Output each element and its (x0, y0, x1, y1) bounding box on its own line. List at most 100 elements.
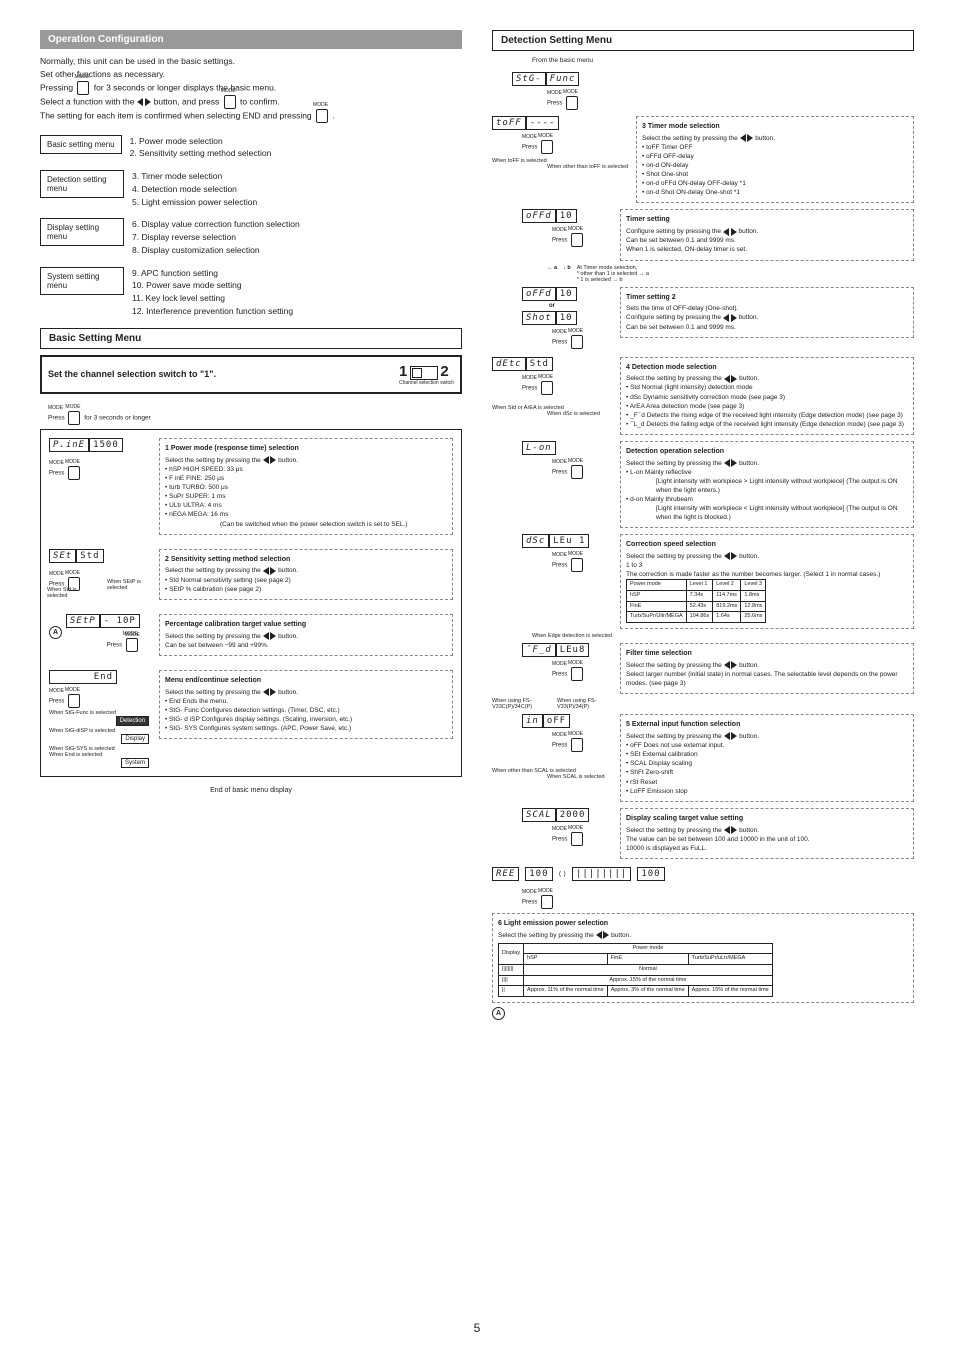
intro-l3a: Pressing (40, 82, 75, 92)
seg-stg: StG- (512, 72, 546, 86)
b4-std: Std Normal (light intensity) detection m… (630, 384, 752, 391)
when-v33: When using FS-V33(P)/34(P) (557, 698, 612, 710)
filter-body: Select the setting by pressing the butto… (626, 661, 908, 688)
mode-icon (126, 638, 138, 652)
arrow-right-icon (731, 375, 737, 383)
press-lbl: MODEPress (552, 227, 612, 247)
press-lbl: MODEPress (552, 661, 612, 681)
press-lbl: MODEPress (522, 889, 914, 909)
arrow-right-icon (747, 134, 753, 142)
box-end: Menu end/continue selection Select the s… (159, 670, 453, 739)
arrow-right-icon (270, 632, 276, 640)
seg-std: Std (526, 357, 553, 371)
or-label: or (492, 303, 612, 309)
big-1: 1 (399, 363, 407, 380)
arrow-right-icon (731, 314, 737, 322)
b1-turbo: turb TURBO: 500 μs (169, 484, 228, 491)
b3-offd: oFFd OFF-delay (646, 153, 694, 160)
seg-scal: SCAL (522, 808, 556, 822)
mode-icon (541, 140, 553, 154)
when-std: When Std is selected (47, 587, 87, 599)
b1-super: SuPr SUPER: 1 ms (169, 493, 225, 500)
arrow-right-icon (731, 459, 737, 467)
arrow-left-icon (596, 931, 602, 939)
disp-item-8: 8. Display customization selection (132, 244, 300, 257)
b5-shft: ShFt Zero-shift (630, 769, 673, 776)
b4-dsc: dSc Dynamic sensitivity correction mode … (630, 394, 785, 401)
box5-title: 5 External input function selection (626, 720, 908, 730)
seg-offd: oFFd (522, 209, 556, 223)
seg-1500: 1500 (89, 438, 123, 452)
corr-title: Correction speed selection (626, 540, 908, 550)
mode-icon (316, 109, 328, 123)
b1-mega: nEGA MEGA: 16 ms (169, 511, 228, 518)
big-2: 2 (440, 363, 448, 380)
when-setp: When SEtP is selected (107, 579, 149, 591)
mode-icon (571, 832, 583, 846)
seg-dashes: ---- (526, 116, 560, 130)
intro-l4: Select a function with the button, and p… (40, 95, 462, 109)
mode-icon (224, 95, 236, 109)
ch-sel-label: Channel selection switch (399, 380, 454, 386)
box-timer2: Timer setting 2 Sets the time of OFF-del… (620, 287, 914, 338)
at-timer-text: At Timer mode selection, * other than 1 … (577, 265, 649, 283)
seg-in: in (522, 714, 543, 728)
mode-icon (571, 335, 583, 349)
intro-l5: The setting for each item is confirmed w… (40, 109, 462, 123)
b3-ondoffd: on-d oFFd ON-delay OFF-delay *1 (646, 180, 746, 187)
b5-off: oFF Does not use external input. (630, 742, 724, 749)
b3-ond: on-d ON-delay (646, 162, 688, 169)
intro-l4c: to confirm. (238, 96, 280, 106)
arrow-left-icon (263, 567, 269, 575)
box-timer: Timer setting Configure setting by press… (620, 209, 914, 260)
det-item-3: 3. Timer mode selection (132, 170, 257, 183)
arrow-left-icon (723, 314, 729, 322)
arrow-left-icon (137, 98, 143, 106)
press-lbl: MODEPress (49, 460, 149, 480)
intro-l3: Pressing for 3 seconds or longer display… (40, 81, 462, 95)
arrow-right-icon (731, 228, 737, 236)
mode-icon (68, 694, 80, 708)
box-sel: Select the setting by pressing the butto… (165, 456, 447, 465)
box3-title: 3 Timer mode selection (642, 122, 908, 132)
disp-scal-body: Select the setting by pressing the butto… (626, 826, 908, 853)
seg-setp: SEtP (66, 614, 100, 628)
pct-title: Percentage calibration target value sett… (165, 620, 447, 630)
arrow-right-icon (731, 732, 737, 740)
seg-fd: ¯F_d (522, 643, 556, 657)
sys-item-10: 10. Power save mode setting (132, 279, 293, 292)
dsm-header: Detection Setting Menu (492, 30, 914, 51)
do-lon: [Light intensity with workpiece > Light … (626, 477, 908, 495)
press-lbl: MODEPress (547, 90, 914, 110)
box-dispscal: Display scaling target value setting Sel… (620, 808, 914, 859)
mode-icon (68, 466, 80, 480)
mode-icon (571, 233, 583, 247)
me-end: End Ends the menu. (169, 698, 228, 705)
press-lbl: MODEPress (49, 688, 149, 708)
det-item-4: 4. Detection mode selection (132, 183, 257, 196)
arrow-left-icon (724, 552, 730, 560)
press-lbl: MODEPress (552, 329, 612, 349)
mode-icon (571, 558, 583, 572)
box-sel: Select the setting by pressing the butto… (642, 134, 908, 143)
basic-item-1: 1. Power mode selection (130, 135, 272, 148)
b1-hsp: hSP HIGH SPEED: 33 μs (169, 466, 243, 473)
arrow-left-icon (724, 375, 730, 383)
intro-block: Normally, this unit can be used in the b… (40, 55, 462, 123)
b6-table: DisplayPower mode hSPFinETurb/SuPr/uLtr/… (498, 943, 773, 997)
from-basic: From the basic menu (532, 57, 914, 64)
corr-body: Select the setting by pressing the butto… (626, 552, 908, 579)
box-4: 4 Detection mode selection Select the se… (620, 357, 914, 435)
sys-item-12: 12. Interference prevention function set… (132, 305, 293, 318)
when-v33c: When using FS-V33C(P)/34C(P) (492, 698, 547, 710)
set-switch-text: Set the channel selection switch to "1". (48, 369, 216, 379)
box-sel: Select the setting by pressing the butto… (498, 931, 908, 940)
switch-icon (410, 366, 438, 380)
box-2: 2 Sensitivity setting method selection S… (159, 549, 453, 600)
display-tag: Display (121, 734, 149, 744)
bsm-header: Basic Setting Menu (40, 328, 462, 349)
box-3: 3 Timer mode selection Select the settin… (636, 116, 914, 203)
me-disp: StG- d iSP Configures display settings. … (169, 716, 352, 723)
box-sel: Select the setting by pressing the butto… (165, 566, 447, 575)
seg-func: Func (546, 72, 580, 86)
